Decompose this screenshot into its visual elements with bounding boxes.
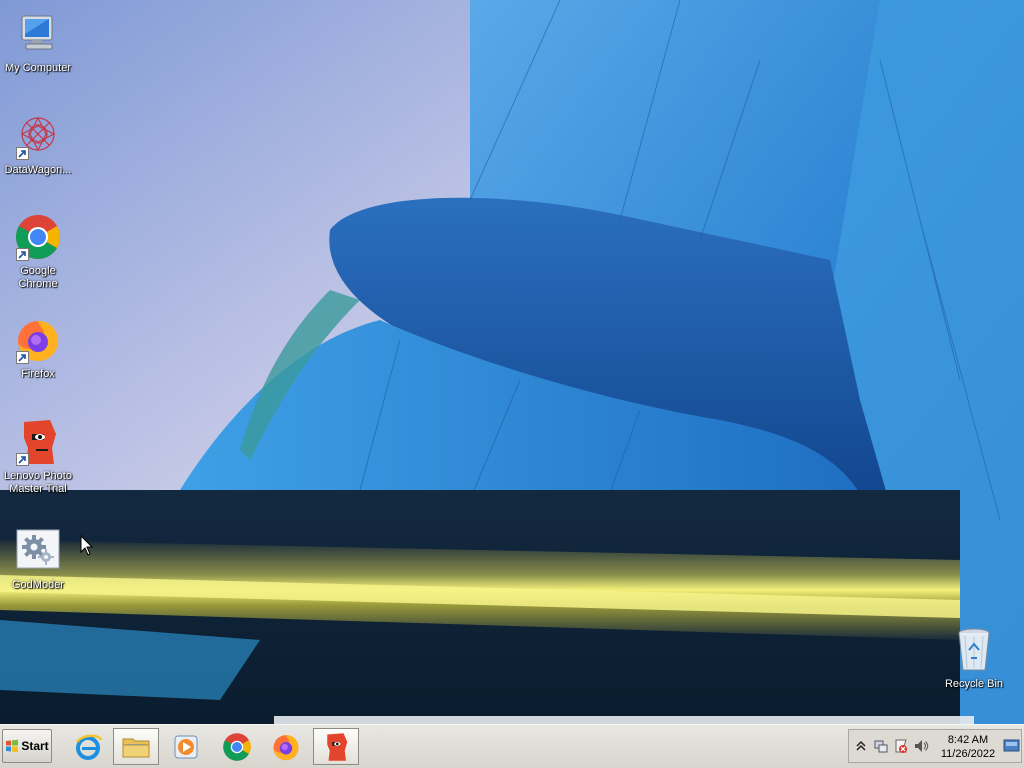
taskbar-button-internet-explorer[interactable]	[65, 728, 111, 765]
taskbar-button-media-player[interactable]	[163, 728, 209, 765]
chrome-icon	[14, 213, 62, 261]
shortcut-arrow-icon	[16, 248, 29, 261]
show-desktop-icon[interactable]	[1003, 737, 1020, 755]
desktop-icon-recycle-bin[interactable]: Recycle Bin	[936, 626, 1012, 691]
desktop-icon-my-computer[interactable]: My Computer	[0, 10, 76, 75]
desktop-icon-label: Recycle Bin	[944, 678, 1004, 690]
desktop-icon-label: Google Chrome	[18, 265, 58, 290]
taskbar: Start 8:42 AM 11/26/2022	[0, 724, 1024, 768]
clock-time: 8:42 AM	[947, 734, 989, 746]
computer-icon	[14, 10, 62, 58]
start-button[interactable]: Start	[2, 729, 52, 763]
desktop-icon-label: Lenovo Photo Master Trial	[4, 470, 72, 495]
desktop-icon-datawagon[interactable]: DataWagon...	[0, 112, 76, 177]
recycle-bin-icon	[950, 626, 998, 674]
folder-icon	[122, 738, 150, 757]
firefox-icon	[14, 316, 62, 364]
wallpaper-image	[0, 0, 1024, 724]
media-player-icon	[174, 735, 198, 758]
settings-gears-icon	[14, 527, 62, 575]
system-tray: 8:42 AM 11/26/2022	[848, 729, 1022, 763]
lenovo-photo-master-icon	[14, 418, 62, 466]
shortcut-arrow-icon	[16, 147, 29, 160]
desktop-icon-godmoder[interactable]: GodModer	[0, 527, 76, 592]
desktop-icon-lenovo-photo-master[interactable]: Lenovo Photo Master Trial	[0, 418, 76, 496]
desktop-icon-label: Firefox	[21, 368, 55, 380]
shortcut-arrow-icon	[16, 351, 29, 364]
clock[interactable]: 8:42 AM 11/26/2022	[937, 733, 999, 761]
internet-explorer-icon	[76, 734, 103, 760]
start-label: Start	[21, 739, 49, 753]
clock-date: 11/26/2022	[940, 748, 996, 760]
network-icon[interactable]	[873, 738, 889, 754]
windows-flag-icon	[6, 739, 19, 753]
taskbar-button-file-explorer[interactable]	[113, 728, 159, 765]
chevron-up-icon[interactable]	[853, 738, 869, 754]
action-center-icon[interactable]	[893, 738, 909, 754]
shortcut-arrow-icon	[16, 453, 29, 466]
desktop-icon-label: My Computer	[4, 62, 72, 74]
datawagon-icon	[14, 112, 62, 160]
desktop-icon-label: GodModer	[12, 579, 64, 591]
mouse-cursor-icon	[80, 535, 94, 556]
taskbar-button-google-chrome[interactable]	[214, 728, 260, 765]
chrome-icon	[223, 732, 251, 761]
taskbar-button-lenovo-photo-master[interactable]	[313, 728, 359, 765]
desktop[interactable]: My Computer DataWagon... Google Chrome F…	[0, 0, 1024, 724]
taskbar-button-firefox[interactable]	[263, 728, 309, 765]
desktop-icon-label: DataWagon...	[4, 164, 72, 176]
desktop-icon-firefox[interactable]: Firefox	[0, 316, 76, 381]
lenovo-photo-master-icon	[327, 732, 348, 761]
speaker-icon[interactable]	[913, 738, 929, 754]
desktop-icon-google-chrome[interactable]: Google Chrome	[0, 213, 76, 291]
firefox-icon	[273, 734, 299, 760]
